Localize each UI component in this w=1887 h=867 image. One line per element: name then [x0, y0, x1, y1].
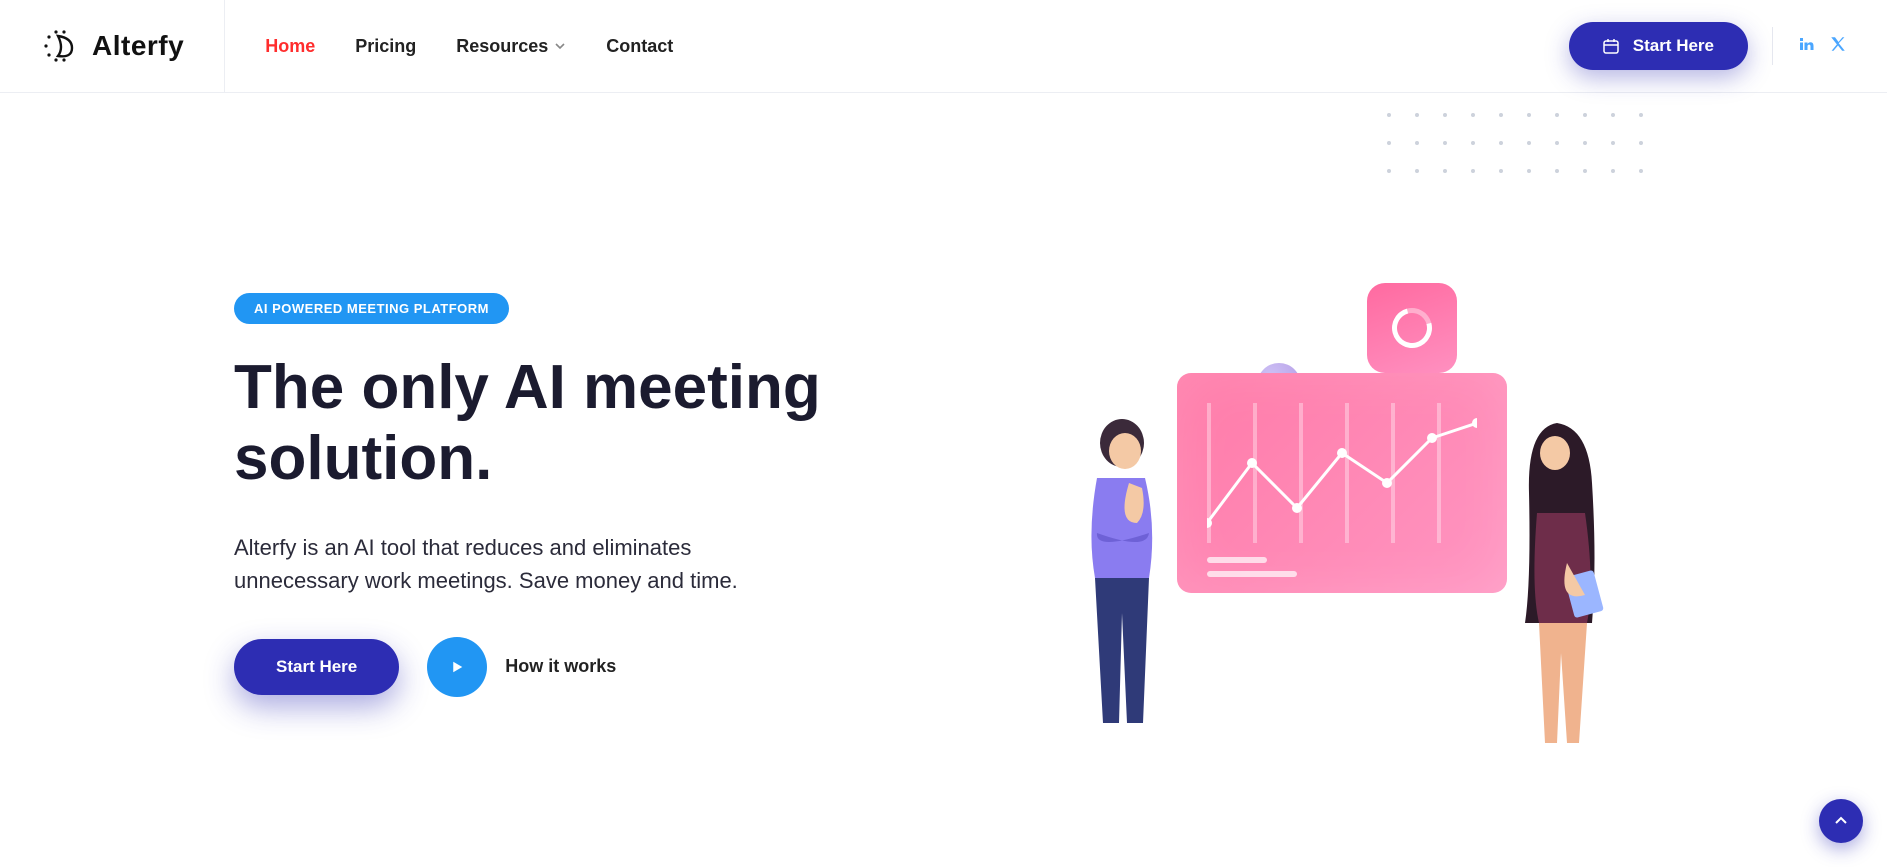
scroll-to-top-button[interactable] — [1819, 799, 1863, 843]
nav-item-contact[interactable]: Contact — [606, 36, 673, 57]
brand-logo[interactable]: Alterfy — [40, 0, 224, 92]
social-links — [1797, 35, 1847, 58]
nav-item-pricing[interactable]: Pricing — [355, 36, 416, 57]
nav-item-label: Resources — [456, 36, 548, 57]
nav-item-home[interactable]: Home — [265, 36, 315, 57]
calendar-icon — [1603, 38, 1619, 54]
hero-cta-row: Start Here How it works — [234, 637, 874, 697]
decorative-loading-badge — [1367, 283, 1457, 373]
header-cta-label: Start Here — [1633, 36, 1714, 56]
hero-cta-secondary-label: How it works — [505, 656, 616, 677]
decorative-bar — [1207, 571, 1297, 577]
decorative-bar — [1207, 557, 1267, 563]
hero-copy: AI POWERED MEETING PLATFORM The only AI … — [234, 293, 874, 867]
decorative-line-chart-icon — [1207, 403, 1477, 543]
play-button[interactable] — [427, 637, 487, 697]
decorative-person-male — [1067, 413, 1177, 733]
nav-item-label: Contact — [606, 36, 673, 57]
header-right: Start Here — [1569, 22, 1847, 70]
x-twitter-icon — [1829, 35, 1847, 53]
linkedin-icon — [1797, 35, 1815, 53]
hero-section: AI POWERED MEETING PLATFORM The only AI … — [0, 93, 1887, 867]
hero-pill: AI POWERED MEETING PLATFORM — [234, 293, 509, 324]
brand-mark-icon — [40, 26, 80, 66]
decorative-analytics-card — [1177, 373, 1507, 593]
social-x[interactable] — [1829, 35, 1847, 58]
hero-cta-primary-label: Start Here — [276, 657, 357, 676]
hero-headline: The only AI meeting solution. — [234, 352, 874, 495]
nav-item-label: Pricing — [355, 36, 416, 57]
site-header: Alterfy Home Pricing Resources Contact S… — [0, 0, 1887, 93]
decorative-dot-grid — [1387, 113, 1667, 197]
decorative-person-female — [1497, 413, 1627, 753]
spinner-icon — [1385, 301, 1440, 356]
brand-name: Alterfy — [92, 30, 184, 62]
divider — [1772, 27, 1773, 65]
play-icon — [448, 658, 466, 676]
chevron-up-icon — [1833, 813, 1849, 829]
nav-item-resources[interactable]: Resources — [456, 36, 566, 57]
header-cta-button[interactable]: Start Here — [1569, 22, 1748, 70]
nav-item-label: Home — [265, 36, 315, 57]
primary-nav: Home Pricing Resources Contact — [224, 0, 673, 92]
social-linkedin[interactable] — [1797, 35, 1815, 58]
hero-subheadline: Alterfy is an AI tool that reduces and e… — [234, 531, 794, 597]
hero-illustration — [1067, 153, 1707, 773]
chevron-down-icon — [554, 40, 566, 52]
hero-cta-primary-button[interactable]: Start Here — [234, 639, 399, 695]
hero-cta-secondary[interactable]: How it works — [427, 637, 616, 697]
